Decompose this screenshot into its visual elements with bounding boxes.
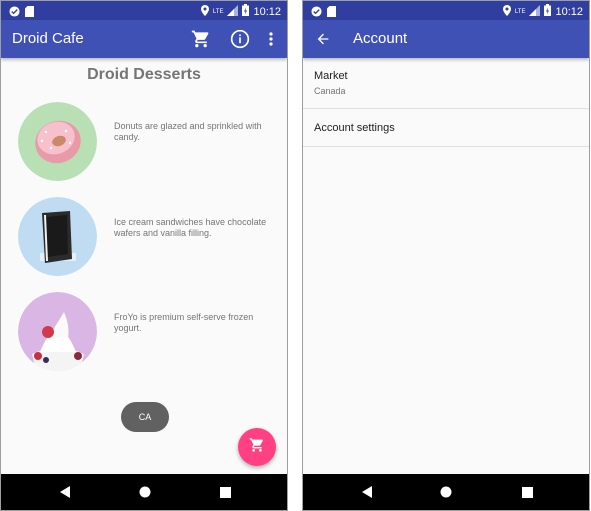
- battery-icon: [544, 3, 552, 21]
- location-icon: [502, 3, 511, 21]
- recents-nav-icon[interactable]: [520, 485, 534, 499]
- home-nav-icon[interactable]: [138, 485, 152, 499]
- donut-image[interactable]: [18, 102, 97, 181]
- network-type-label: LTE: [514, 9, 526, 15]
- froyo-description: FroYo is premium self-serve frozen yogur…: [114, 312, 254, 333]
- donut-description: Donuts are glazed and sprinkled with can…: [114, 121, 262, 142]
- ice-cream-sandwich-description: Ice cream sandwiches have chocolate wafe…: [114, 217, 267, 238]
- toast-message: CA: [121, 402, 169, 432]
- location-icon: [200, 3, 209, 21]
- back-nav-icon[interactable]: [360, 485, 374, 499]
- signal-icon: [529, 3, 541, 21]
- droid-cafe-screen: LTE 10:12 Droid Cafe Droid Desserts Donu…: [0, 0, 288, 511]
- back-nav-icon[interactable]: [58, 485, 72, 499]
- info-icon[interactable]: [229, 28, 251, 50]
- preference-market[interactable]: Market Canada: [303, 58, 589, 109]
- status-time: 10:12: [253, 6, 281, 18]
- toolbar: Droid Cafe: [1, 20, 287, 58]
- status-bar: LTE 10:12: [303, 1, 589, 20]
- cart-icon: [249, 437, 265, 458]
- order-fab-button[interactable]: [238, 428, 276, 466]
- ice-cream-sandwich-image[interactable]: [18, 197, 97, 276]
- recents-nav-icon[interactable]: [218, 485, 232, 499]
- account-settings-screen: LTE 10:12 Account Market Canada Account …: [302, 0, 590, 511]
- froyo-image[interactable]: [18, 292, 97, 371]
- signal-icon: [227, 3, 239, 21]
- system-navigation-bar: [303, 474, 589, 510]
- cart-icon[interactable]: [190, 28, 212, 50]
- app-title: Droid Cafe: [12, 30, 84, 47]
- preference-account-settings[interactable]: Account settings: [303, 109, 589, 147]
- status-time: 10:12: [555, 6, 583, 18]
- status-bar: LTE 10:12: [1, 1, 287, 20]
- system-navigation-bar: [1, 474, 287, 510]
- toolbar: Account: [303, 20, 589, 58]
- app-title: Account: [353, 30, 408, 47]
- arrow-back-icon[interactable]: [312, 28, 334, 50]
- preference-summary: Canada: [314, 86, 346, 96]
- preference-title: Account settings: [314, 122, 395, 134]
- network-type-label: LTE: [212, 9, 224, 15]
- desserts-heading: Droid Desserts: [87, 66, 201, 83]
- overflow-menu-icon[interactable]: [260, 28, 282, 50]
- preference-title: Market: [314, 70, 348, 82]
- battery-icon: [242, 3, 250, 21]
- home-nav-icon[interactable]: [439, 485, 453, 499]
